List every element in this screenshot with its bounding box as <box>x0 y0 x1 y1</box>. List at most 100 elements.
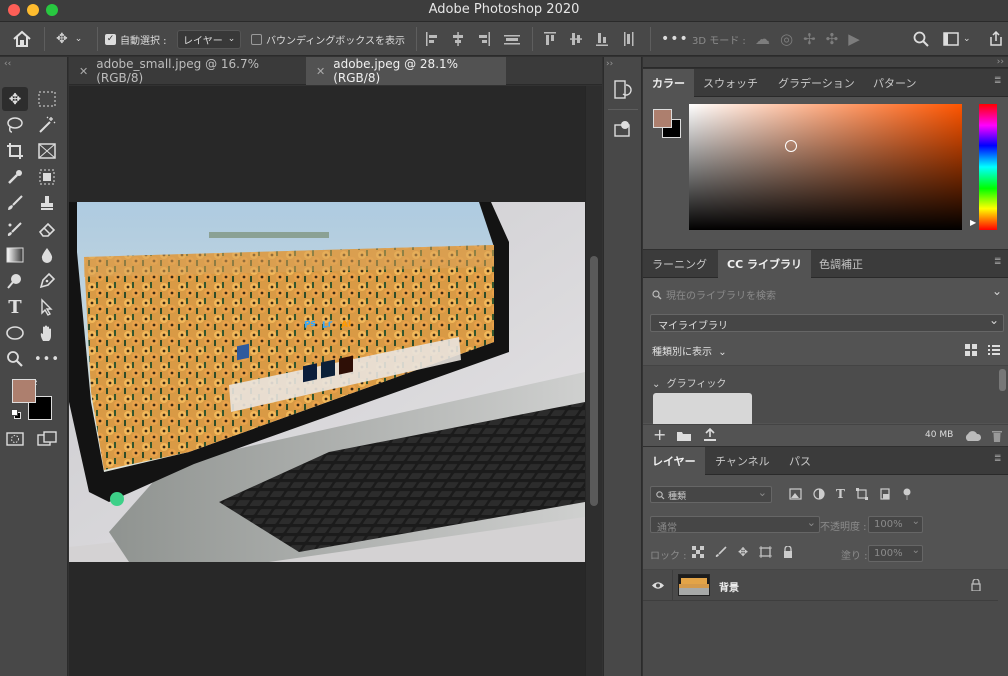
fill-input[interactable]: 100% ⌄ <box>868 545 923 562</box>
eraser-tool[interactable] <box>34 217 60 241</box>
align-right-icon[interactable] <box>478 32 490 46</box>
trash-icon[interactable] <box>991 429 1003 443</box>
path-selection-tool[interactable] <box>34 295 60 319</box>
hand-tool[interactable] <box>34 321 60 345</box>
eyedropper-tool[interactable] <box>2 165 28 189</box>
document-tab[interactable]: ✕ adobe_small.jpeg @ 16.7% (RGB/8) <box>69 57 305 85</box>
clone-stamp-tool[interactable] <box>34 191 60 215</box>
move-tool[interactable]: ✥ <box>2 87 28 111</box>
home-button[interactable] <box>12 22 32 56</box>
close-tab-icon[interactable]: ✕ <box>79 65 88 78</box>
list-view-icon[interactable] <box>987 343 1001 357</box>
show-bounding-box-checkbox[interactable]: バウンディングボックスを表示 <box>251 22 405 56</box>
blend-mode-select[interactable]: 通常 ⌄ <box>650 516 820 534</box>
tab-gradients[interactable]: グラデーション <box>769 69 864 97</box>
adjustment-filter-icon[interactable] <box>813 488 825 500</box>
3d-roll-icon[interactable]: ◎ <box>780 30 793 48</box>
tab-patterns[interactable]: パターン <box>864 69 925 97</box>
layer-row[interactable]: 背景 <box>643 570 998 601</box>
shape-filter-icon[interactable] <box>855 488 868 500</box>
tab-learn[interactable]: ラーニング <box>643 250 716 278</box>
align-center-icon[interactable] <box>452 32 464 46</box>
library-scroll-thumb[interactable] <box>999 369 1006 391</box>
tab-cc-libraries[interactable]: CC ライブラリ <box>718 250 811 278</box>
hue-slider-marker-icon[interactable]: ▶ <box>970 218 976 227</box>
tab-channels[interactable]: チャンネル <box>706 447 779 475</box>
frame-tool[interactable] <box>34 139 60 163</box>
history-panel-button[interactable] <box>613 79 633 104</box>
layer-lock-icon[interactable] <box>971 579 981 591</box>
collapse-toolbar-icon[interactable]: ‹‹ <box>4 59 11 69</box>
color-picker-ring[interactable] <box>785 140 797 152</box>
panel-menu-icon[interactable]: ═ ═ <box>995 75 1004 88</box>
tab-layers[interactable]: レイヤー <box>643 447 705 475</box>
pixel-filter-icon[interactable] <box>789 488 802 500</box>
expand-dock-icon[interactable]: ›› <box>606 59 613 69</box>
gradient-tool[interactable] <box>2 243 28 267</box>
dodge-tool[interactable] <box>2 269 28 293</box>
3d-slide-icon[interactable]: ✣ <box>826 30 839 48</box>
tab-adjustments[interactable]: 色調補正 <box>810 250 872 278</box>
cloud-sync-icon[interactable] <box>963 430 983 442</box>
crop-tool[interactable] <box>2 139 28 163</box>
grid-view-icon[interactable] <box>964 343 978 357</box>
canvas-scrollbar[interactable] <box>585 86 602 676</box>
3d-orbit-icon[interactable]: ☁ <box>755 30 770 48</box>
share-button[interactable] <box>988 22 1004 56</box>
tab-color[interactable]: カラー <box>643 69 694 97</box>
close-tab-icon[interactable]: ✕ <box>316 65 325 78</box>
lasso-tool[interactable] <box>2 113 28 137</box>
collapse-panels-icon[interactable]: ›› <box>997 57 1004 67</box>
opacity-input[interactable]: 100% ⌄ <box>868 516 923 533</box>
layer-visibility-toggle[interactable] <box>643 570 673 601</box>
lock-all-icon[interactable] <box>783 546 793 558</box>
add-content-icon[interactable]: + <box>653 425 666 444</box>
foreground-color-swatch[interactable] <box>12 379 36 403</box>
graphic-thumbnail[interactable] <box>653 393 752 424</box>
color-field[interactable] <box>689 104 962 230</box>
layer-filter-select[interactable]: 種類 ⌄ <box>650 486 772 503</box>
3d-pan-icon[interactable]: ✢ <box>803 30 816 48</box>
tab-swatches[interactable]: スウォッチ <box>694 69 767 97</box>
hue-slider[interactable] <box>979 104 997 230</box>
distribute-icon[interactable] <box>504 32 520 46</box>
pen-tool[interactable] <box>34 269 60 293</box>
align-top-icon[interactable] <box>544 32 556 46</box>
zoom-tool[interactable] <box>2 347 28 371</box>
smart-object-filter-icon[interactable] <box>879 488 891 500</box>
library-select[interactable]: マイライブラリ ⌄ <box>650 313 1004 332</box>
blur-tool[interactable] <box>34 243 60 267</box>
object-selection-tool[interactable] <box>34 165 60 189</box>
search-button[interactable] <box>913 22 929 56</box>
color-foreground-swatch[interactable] <box>653 109 672 128</box>
magic-wand-tool[interactable] <box>34 113 60 137</box>
library-search[interactable]: 現在のライブラリを検索 ⌄ <box>643 284 1008 304</box>
screen-mode-button[interactable] <box>34 427 60 451</box>
type-tool[interactable]: T <box>2 295 28 319</box>
tab-paths[interactable]: パス <box>780 447 820 475</box>
lock-position-icon[interactable]: ✥ <box>738 546 748 558</box>
view-by-type-dropdown[interactable]: 種類別に表示 ⌄ <box>652 343 727 358</box>
align-left-icon[interactable] <box>426 32 438 46</box>
brush-tool[interactable] <box>2 191 28 215</box>
lock-artboard-icon[interactable] <box>759 546 773 558</box>
panel-menu-icon[interactable]: ═ ═ <box>995 453 1004 466</box>
workspace-button[interactable]: ⌄ <box>943 22 971 56</box>
move-tool-preset-button[interactable]: ✥ ⌄ <box>56 22 82 56</box>
default-colors-icon[interactable] <box>11 409 21 419</box>
auto-select-checkbox[interactable]: ✓ 自動選択 : <box>105 22 167 56</box>
history-brush-tool[interactable] <box>2 217 28 241</box>
document-tab-active[interactable]: ✕ adobe.jpeg @ 28.1% (RGB/8) <box>306 57 506 85</box>
distribute-vertical-icon[interactable] <box>622 32 634 46</box>
lock-image-pixels-icon[interactable] <box>715 546 727 558</box>
align-bottom-icon[interactable] <box>596 32 608 46</box>
type-filter-icon[interactable]: T <box>836 488 845 500</box>
quick-mask-button[interactable] <box>2 427 28 451</box>
align-middle-icon[interactable] <box>570 32 582 46</box>
properties-panel-button[interactable] <box>613 119 633 142</box>
canvas-area[interactable]: Ps Lr Ai <box>69 86 585 676</box>
panel-menu-icon[interactable]: ═ ═ <box>995 256 1004 269</box>
folder-icon[interactable] <box>676 430 692 442</box>
ellipse-tool[interactable] <box>2 321 28 345</box>
marquee-tool[interactable] <box>34 87 60 111</box>
